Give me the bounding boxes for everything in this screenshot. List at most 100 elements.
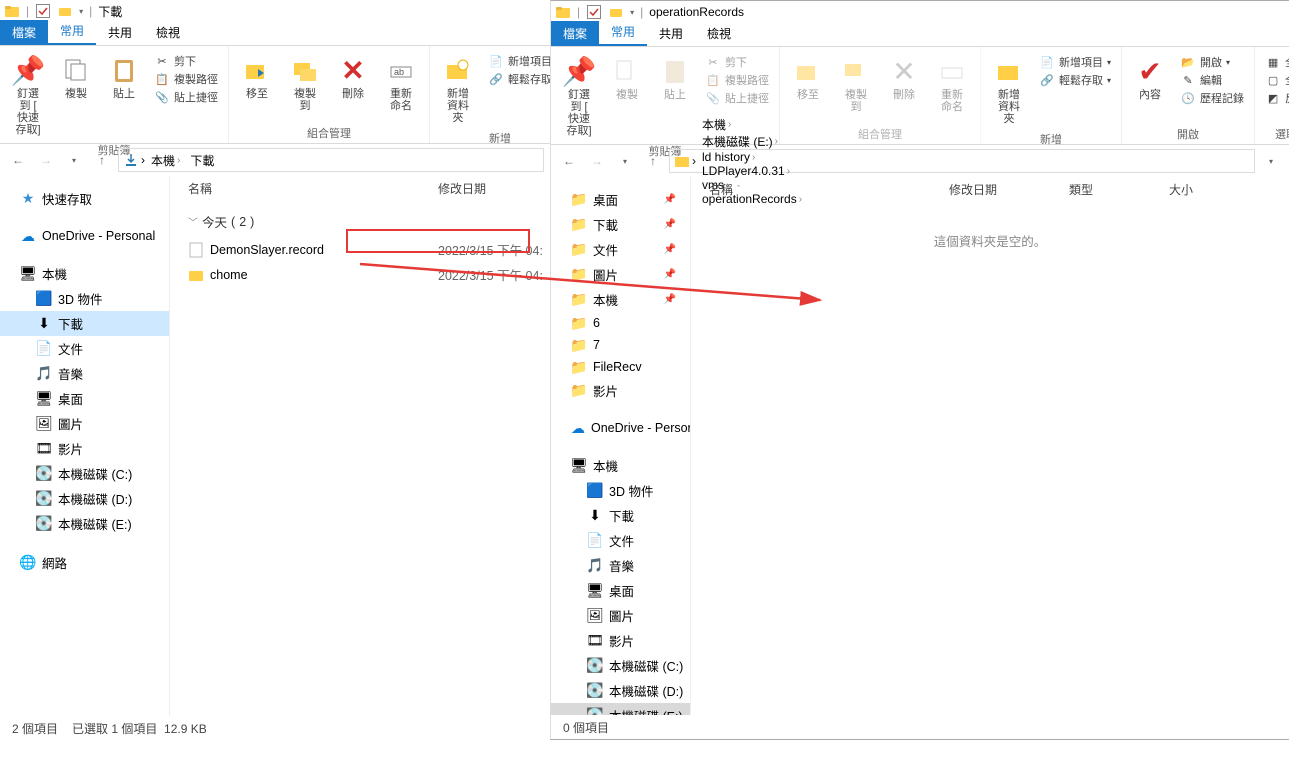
- column-name[interactable]: 名稱ˆ: [709, 181, 949, 198]
- open-button[interactable]: 📂開啟▾: [1176, 53, 1248, 71]
- nav-pc-item[interactable]: ⬇下載: [551, 503, 690, 528]
- column-name[interactable]: 名稱: [188, 180, 438, 197]
- tab-share[interactable]: 共用: [647, 21, 695, 46]
- copy-button[interactable]: 複製: [605, 51, 649, 105]
- nav-recent-button[interactable]: ▾: [613, 149, 637, 173]
- nav-pc-item[interactable]: 💽本機磁碟 (C:): [0, 461, 169, 486]
- dropdown-icon[interactable]: ▾: [79, 7, 83, 16]
- properties-button[interactable]: ✔內容: [1128, 51, 1172, 105]
- paste-button[interactable]: 貼上: [653, 51, 697, 105]
- column-size[interactable]: 大小: [1169, 181, 1229, 198]
- pin-quickaccess-button[interactable]: 📌釘選到 [ 快速存取]: [557, 51, 601, 141]
- nav-pc-item[interactable]: 🖥桌面: [0, 386, 169, 411]
- new-item-button[interactable]: 📄新增項目▾: [1035, 53, 1115, 71]
- file-row[interactable]: chome2022/3/15 下午 04:: [170, 262, 550, 287]
- nav-this-pc[interactable]: 🖥本機: [551, 453, 690, 478]
- nav-quick-item[interactable]: 📁下載📌: [551, 212, 690, 237]
- file-list[interactable]: ﹀ 今天 (2) DemonSlayer.record2022/3/15 下午 …: [170, 200, 550, 716]
- nav-forward-button[interactable]: →: [585, 149, 609, 173]
- breadcrumb-segment[interactable]: LDPlayer4.0.31›: [698, 164, 806, 178]
- move-to-button[interactable]: 移至: [235, 50, 279, 104]
- pin-quickaccess-button[interactable]: 📌 釘選到 [ 快速存取]: [6, 50, 50, 140]
- nav-back-button[interactable]: ←: [6, 148, 30, 172]
- new-folder-button[interactable]: 新增 資料夾: [987, 51, 1031, 129]
- column-date[interactable]: 修改日期: [438, 180, 550, 197]
- copy-path-button[interactable]: 📋複製路徑: [150, 70, 222, 88]
- nav-quick-item[interactable]: 📁7: [551, 334, 690, 356]
- nav-network[interactable]: 🌐網路: [0, 550, 169, 575]
- navigation-pane[interactable]: ★快速存取 ☁OneDrive - Personal 🖥本機 🟦3D 物件⬇下載…: [0, 176, 170, 716]
- easy-access-button[interactable]: 🔗輕鬆存取▾: [1035, 71, 1115, 89]
- nav-pc-item[interactable]: 🟦3D 物件: [551, 478, 690, 503]
- rename-button[interactable]: ab重新命名: [379, 50, 423, 116]
- nav-pc-item[interactable]: 🎞影片: [551, 628, 690, 653]
- select-none-button[interactable]: ▢全部: [1261, 71, 1289, 89]
- nav-pc-item[interactable]: 🎞影片: [0, 436, 169, 461]
- file-row[interactable]: DemonSlayer.record2022/3/15 下午 04:: [170, 237, 550, 262]
- nav-pc-item[interactable]: 🖼圖片: [0, 411, 169, 436]
- nav-pc-item[interactable]: 💽本機磁碟 (D:): [0, 486, 169, 511]
- copy-button[interactable]: 複製: [54, 50, 98, 104]
- nav-quick-item[interactable]: 📁FileRecv: [551, 356, 690, 378]
- nav-onedrive[interactable]: ☁OneDrive - Personal: [0, 225, 169, 247]
- cut-button[interactable]: ✂剪下: [150, 52, 222, 70]
- nav-pc-item[interactable]: 💽本機磁碟 (E:): [0, 511, 169, 536]
- column-type[interactable]: 類型: [1069, 181, 1169, 198]
- edit-button[interactable]: ✎編輯: [1176, 71, 1248, 89]
- column-date[interactable]: 修改日期: [949, 181, 1069, 198]
- nav-pc-item[interactable]: 🎵音樂: [551, 553, 690, 578]
- nav-quick-item[interactable]: 📁桌面📌: [551, 187, 690, 212]
- nav-pc-item[interactable]: 🎵音樂: [0, 361, 169, 386]
- nav-pc-item[interactable]: 📄文件: [0, 336, 169, 361]
- navigation-pane[interactable]: 📁桌面📌📁下載📌📁文件📌📁圖片📌📁本機📌📁6📁7📁FileRecv📁影片 ☁On…: [551, 177, 691, 715]
- nav-up-button[interactable]: ↑: [90, 148, 114, 172]
- nav-pc-item[interactable]: 📄文件: [551, 528, 690, 553]
- delete-button[interactable]: ✕刪除: [331, 50, 375, 104]
- breadcrumb-segment[interactable]: ld history›: [698, 150, 806, 164]
- nav-pc-item[interactable]: 🟦3D 物件: [0, 286, 169, 311]
- nav-pc-item[interactable]: 💽本機磁碟 (D:): [551, 678, 690, 703]
- copy-to-button[interactable]: 複製到: [283, 50, 327, 116]
- nav-pc-item[interactable]: ⬇下載: [0, 311, 169, 336]
- history-button[interactable]: 🕓歷程記錄: [1176, 89, 1248, 107]
- nav-pc-item[interactable]: 🖥桌面: [551, 578, 690, 603]
- invert-selection-button[interactable]: ◩反向: [1261, 89, 1289, 107]
- nav-quick-item[interactable]: 📁影片: [551, 378, 690, 403]
- nav-recent-button[interactable]: ▾: [62, 148, 86, 172]
- file-list[interactable]: 這個資料夾是空的。: [691, 201, 1289, 715]
- nav-quick-item[interactable]: 📁圖片📌: [551, 262, 690, 287]
- breadcrumb-pc[interactable]: 本機›: [147, 152, 184, 169]
- nav-pc-item[interactable]: 💽本機磁碟 (C:): [551, 653, 690, 678]
- nav-quick-access[interactable]: ★快速存取: [0, 186, 169, 211]
- nav-up-button[interactable]: ↑: [641, 149, 665, 173]
- tab-file[interactable]: 檔案: [0, 20, 48, 45]
- tab-home[interactable]: 常用: [599, 19, 647, 46]
- nav-quick-item[interactable]: 📁6: [551, 312, 690, 334]
- paste-button[interactable]: 貼上: [102, 50, 146, 104]
- nav-onedrive[interactable]: ☁OneDrive - Person: [551, 417, 690, 439]
- nav-quick-item[interactable]: 📁文件📌: [551, 237, 690, 262]
- breadcrumb-downloads[interactable]: 下載: [186, 152, 218, 169]
- nav-quick-item[interactable]: 📁本機📌: [551, 287, 690, 312]
- tab-home[interactable]: 常用: [48, 18, 96, 45]
- address-bar[interactable]: › 本機›本機磁碟 (E:)›ld history›LDPlayer4.0.31…: [669, 149, 1255, 173]
- new-folder-button[interactable]: 新增 資料夾: [436, 50, 480, 128]
- nav-back-button[interactable]: ←: [557, 149, 581, 173]
- tab-view[interactable]: 檢視: [695, 21, 743, 46]
- copy-icon: [611, 55, 643, 87]
- checkbox-icon[interactable]: [586, 4, 602, 20]
- address-bar[interactable]: › 本機› 下載: [118, 148, 544, 172]
- address-dropdown-button[interactable]: ▾: [1259, 149, 1283, 173]
- group-header-today[interactable]: ﹀ 今天 (2): [170, 206, 550, 237]
- nav-forward-button[interactable]: →: [34, 148, 58, 172]
- tab-share[interactable]: 共用: [96, 20, 144, 45]
- nav-pc-item[interactable]: 💽本機磁碟 (E:): [551, 703, 690, 715]
- checkbox-icon[interactable]: [35, 3, 51, 19]
- select-all-button[interactable]: ▦全選: [1261, 53, 1289, 71]
- tab-view[interactable]: 檢視: [144, 20, 192, 45]
- paste-shortcut-button[interactable]: 📎貼上捷徑: [150, 88, 222, 106]
- dropdown-icon[interactable]: ▾: [630, 8, 634, 17]
- nav-pc-item[interactable]: 🖼圖片: [551, 603, 690, 628]
- nav-this-pc[interactable]: 🖥本機: [0, 261, 169, 286]
- tab-file[interactable]: 檔案: [551, 21, 599, 46]
